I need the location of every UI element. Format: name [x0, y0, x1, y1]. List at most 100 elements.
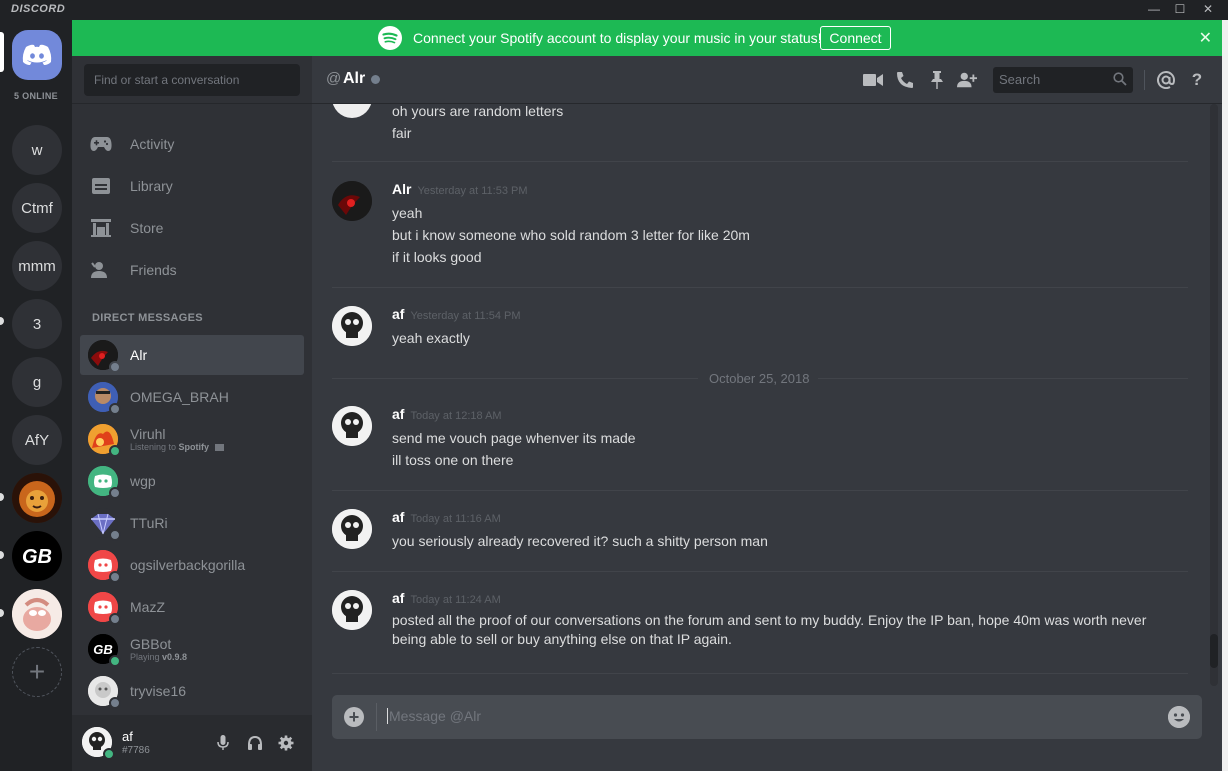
- message-author[interactable]: af Yesterday at 11:54 PM: [392, 306, 521, 322]
- user-avatar[interactable]: [82, 727, 115, 760]
- upload-plus-icon[interactable]: +: [344, 707, 364, 727]
- nav-library[interactable]: Library: [80, 166, 304, 206]
- server-cartoon[interactable]: [12, 589, 62, 639]
- minimize-button[interactable]: —: [1141, 0, 1167, 20]
- message-text: yeah exactly: [392, 330, 470, 346]
- message-input[interactable]: Message @Alr: [387, 708, 481, 724]
- header-divider: [1144, 70, 1145, 90]
- status-offline-indicator: [109, 529, 121, 541]
- nav-friends[interactable]: Friends: [80, 250, 304, 290]
- nav-label: Library: [130, 178, 173, 194]
- status-online-indicator: [109, 655, 121, 667]
- banner-close-icon[interactable]: ✕: [1199, 28, 1212, 48]
- dm-name: ogsilverbackgorilla: [130, 557, 246, 573]
- activity-prefix: Listening to: [130, 441, 179, 452]
- dm-item-tryvise16[interactable]: tryvise16: [80, 671, 304, 711]
- search-icon: [1113, 72, 1127, 89]
- add-friend-to-dm-icon[interactable]: [957, 70, 977, 90]
- avatar: [88, 340, 121, 373]
- author-avatar[interactable]: [332, 590, 372, 630]
- message-composer: + Message @Alr: [332, 695, 1202, 739]
- close-window-button[interactable]: ✕: [1195, 0, 1221, 20]
- unread-indicator: [0, 551, 4, 559]
- mentions-icon[interactable]: [1156, 70, 1176, 90]
- author-avatar[interactable]: [332, 181, 372, 221]
- video-call-icon[interactable]: [863, 70, 883, 90]
- home-button[interactable]: [12, 30, 62, 80]
- author-name[interactable]: af: [392, 406, 404, 422]
- dm-search-bar: Find or start a conversation: [72, 56, 312, 104]
- dm-item-viruhl[interactable]: Viruhl Listening to Spotify: [80, 419, 304, 459]
- server-afy[interactable]: AfY: [12, 415, 62, 465]
- message-scrollbar[interactable]: [1210, 104, 1218, 686]
- maximize-button[interactable]: ☐: [1167, 0, 1193, 20]
- message-author[interactable]: af Today at 12:18 AM: [392, 406, 502, 422]
- status-offline-indicator: [109, 571, 121, 583]
- nav-activity[interactable]: Activity: [80, 124, 304, 164]
- headphones-icon[interactable]: [245, 733, 265, 753]
- nav-label: Friends: [130, 262, 177, 278]
- message-divider: [332, 490, 1188, 491]
- message-author[interactable]: Alr Yesterday at 11:53 PM: [392, 181, 528, 197]
- divider-line: [332, 378, 698, 379]
- author-avatar[interactable]: [332, 306, 372, 346]
- server-mmm[interactable]: mmm: [12, 241, 62, 291]
- unread-indicator: [0, 493, 4, 501]
- dm-item-tturi[interactable]: TTuRi: [80, 503, 304, 543]
- find-conversation-input[interactable]: Find or start a conversation: [84, 64, 300, 96]
- message-text: you seriously already recovered it? such…: [392, 533, 768, 549]
- at-icon: @: [326, 70, 342, 87]
- server-lion[interactable]: [12, 473, 62, 523]
- svg-text:GB: GB: [93, 642, 113, 657]
- dm-name: Viruhl: [130, 425, 166, 442]
- divider-line: [818, 378, 1188, 379]
- microphone-icon[interactable]: [213, 733, 233, 753]
- svg-text:GB: GB: [22, 546, 52, 568]
- author-name[interactable]: Alr: [392, 181, 411, 197]
- server-3[interactable]: 3: [12, 299, 62, 349]
- nav-label: Activity: [130, 136, 175, 152]
- dm-item-alr[interactable]: Alr: [80, 335, 304, 375]
- dm-item-ogsilverbackgorilla[interactable]: ogsilverbackgorilla: [80, 545, 304, 585]
- dm-activity: Playing v0.9.8: [130, 652, 187, 663]
- dm-name: MazZ: [130, 599, 165, 615]
- add-server-button[interactable]: +: [12, 647, 62, 697]
- server-ctmf[interactable]: Ctmf: [12, 183, 62, 233]
- help-icon[interactable]: ?: [1187, 70, 1207, 90]
- server-w[interactable]: w: [12, 125, 62, 175]
- settings-gear-icon[interactable]: [276, 733, 296, 753]
- message-author[interactable]: af Today at 11:24 AM: [392, 590, 501, 606]
- dm-name: Alr: [130, 347, 148, 363]
- nav-store[interactable]: Store: [80, 208, 304, 248]
- message-text: ill toss one on there: [392, 452, 514, 468]
- message-text: fair: [392, 125, 412, 141]
- server-rail: 5 ONLINE w Ctmf mmm 3 g AfY GB +: [0, 20, 72, 771]
- message-author[interactable]: af Today at 11:16 AM: [392, 509, 501, 525]
- title-bar: DISCORD — ☐ ✕: [0, 0, 1228, 20]
- author-name[interactable]: af: [392, 590, 404, 606]
- server-g[interactable]: g: [12, 357, 62, 407]
- status-online-indicator: [103, 748, 115, 760]
- message-search-input[interactable]: Search: [993, 67, 1133, 93]
- dm-item-omega-brah[interactable]: OMEGA_BRAH: [80, 377, 304, 417]
- author-name[interactable]: af: [392, 306, 404, 322]
- nav-label: Store: [130, 220, 164, 236]
- connect-button[interactable]: Connect: [820, 26, 891, 50]
- message-text: posted all the proof of our conversation…: [392, 612, 1147, 628]
- chat-header: @ Alr Search ?: [312, 56, 1222, 104]
- pinned-messages-icon[interactable]: [927, 70, 947, 90]
- dm-item-gbbot[interactable]: GB GBBot Playing v0.9.8: [80, 629, 304, 669]
- dm-item-wgp[interactable]: wgp: [80, 461, 304, 501]
- author-avatar[interactable]: [332, 104, 372, 118]
- author-name[interactable]: af: [392, 509, 404, 525]
- dm-item-mazz[interactable]: MazZ: [80, 587, 304, 627]
- message-content: send me vouch page whenver its made ill …: [392, 427, 1182, 471]
- message-timestamp: Yesterday at 11:54 PM: [410, 310, 521, 322]
- author-avatar[interactable]: [332, 406, 372, 446]
- server-gb[interactable]: GB: [12, 531, 62, 581]
- author-avatar[interactable]: [332, 509, 372, 549]
- status-offline-indicator: [109, 403, 121, 415]
- voice-call-icon[interactable]: [895, 70, 915, 90]
- scrollbar-thumb[interactable]: [1210, 634, 1218, 668]
- emoji-picker-icon[interactable]: [1168, 706, 1190, 728]
